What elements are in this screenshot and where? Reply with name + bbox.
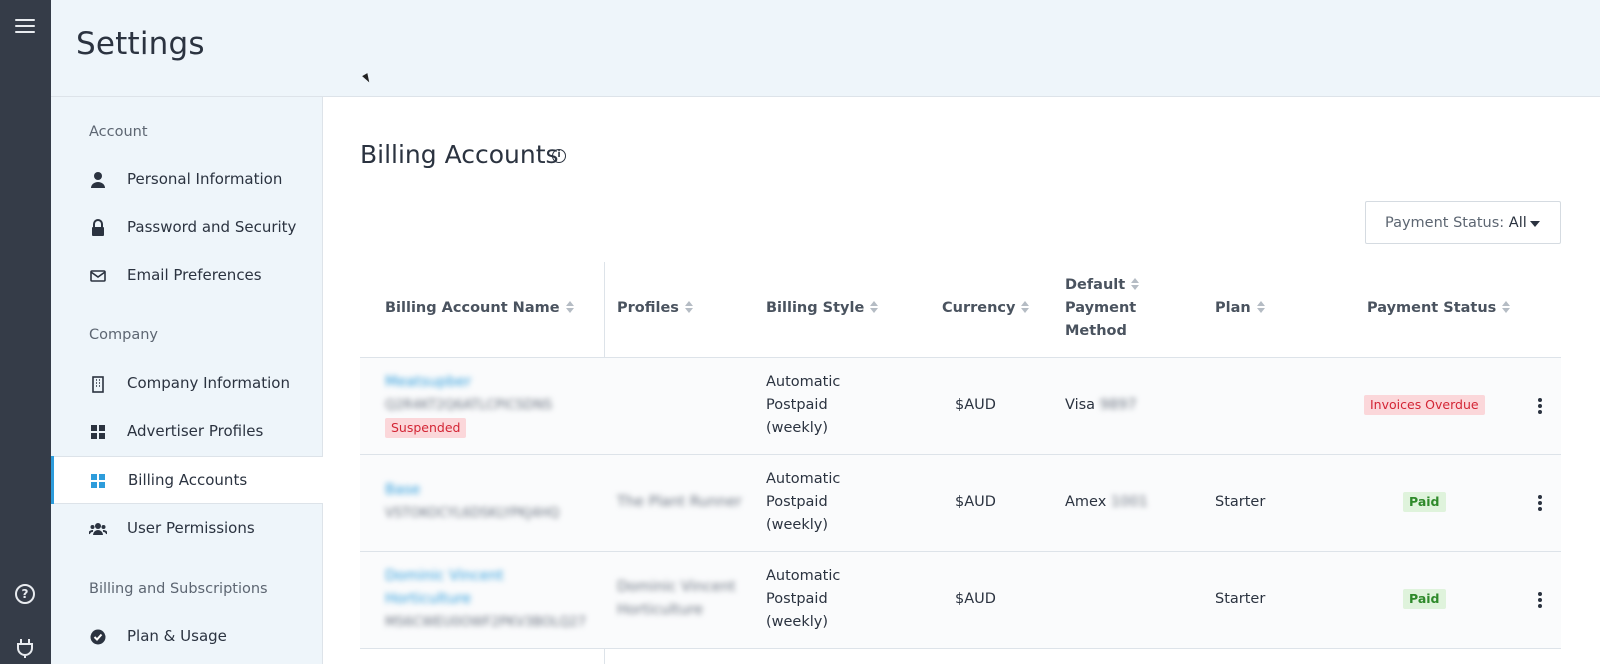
currency-cell: $AUD (955, 591, 996, 607)
section-label-company: Company (89, 327, 158, 343)
column-header-billing-account-name[interactable]: Billing Account Name (385, 297, 574, 320)
users-icon (89, 523, 107, 535)
payment-status-badge: Paid (1403, 589, 1446, 609)
filter-value: All (1508, 215, 1527, 231)
column-header-payment-status[interactable]: Payment Status (1367, 297, 1511, 320)
sort-icon (1131, 277, 1140, 291)
app-rail: ? (0, 0, 51, 664)
sidebar-item-label: Plan & Usage (127, 627, 227, 645)
payment-status-badge: Paid (1403, 492, 1446, 512)
payment-status-cell: Paid (1403, 588, 1446, 611)
sidebar-item-label: Email Preferences (127, 266, 262, 284)
billing-style-cell: Automatic Postpaid (weekly) (766, 568, 841, 630)
filter-label: Payment Status: (1385, 215, 1505, 231)
payment-status-badge: Invoices Overdue (1364, 395, 1485, 415)
sidebar-item-plan-usage[interactable]: Plan & Usage (51, 613, 322, 661)
building-icon (92, 376, 104, 393)
lock-icon (92, 219, 104, 236)
account-id: Q2R4KT2Q6ATLCPICSDNS (385, 398, 553, 413)
kebab-icon[interactable] (1538, 592, 1542, 610)
column-header-default-payment-method[interactable]: Default Payment Method (1065, 274, 1140, 343)
sort-icon (565, 300, 574, 314)
hamburger-menu-icon[interactable] (15, 16, 35, 36)
account-name-cell: Meatsupber Q2R4KT2Q6ATLCPICSDNS Suspende… (385, 371, 552, 440)
payment-status-cell: Paid (1403, 491, 1446, 514)
account-name-link[interactable]: Dominic Vincent Horticulture (385, 565, 586, 611)
account-id: VSTOKOCYL6DSKLYPKJ4HQ (385, 506, 560, 521)
sort-icon (684, 300, 693, 314)
page-title: Settings (76, 26, 205, 62)
info-icon[interactable]: i (552, 149, 566, 163)
sidebar-item-billing-accounts[interactable]: Billing Accounts (51, 456, 323, 504)
payment-method-cell: Visa 9897 (1065, 397, 1137, 413)
profiles-cell: The Plant Runner (617, 494, 742, 510)
sidebar-item-label: Password and Security (127, 218, 297, 236)
status-badge: Suspended (385, 418, 467, 438)
table-row: Base VSTOKOCYL6DSKLYPKJ4HQ The Plant Run… (360, 455, 1561, 552)
account-name-link[interactable]: Meatsupber (385, 371, 552, 394)
sidebar-item-label: Company Information (127, 374, 290, 392)
currency-cell: $AUD (955, 397, 996, 413)
billing-accounts-table: Billing Account Name Profiles Billing St… (360, 262, 1561, 664)
section-label-billing-subscriptions: Billing and Subscriptions (89, 581, 268, 597)
page-header: Settings (51, 0, 1600, 97)
sort-icon (1021, 300, 1030, 314)
column-header-plan[interactable]: Plan (1215, 297, 1265, 320)
settings-sidebar: Account Personal Information Password an… (51, 97, 323, 664)
sidebar-item-password-security[interactable]: Password and Security (51, 204, 322, 252)
billing-style-cell: Automatic Postpaid (weekly) (766, 374, 841, 436)
sidebar-item-user-permissions[interactable]: User Permissions (51, 505, 322, 553)
kebab-icon[interactable] (1538, 398, 1542, 416)
sort-icon (870, 300, 879, 314)
caret-down-icon (1530, 221, 1540, 227)
kebab-icon[interactable] (1538, 495, 1542, 513)
sidebar-item-personal-information[interactable]: Personal Information (51, 156, 322, 204)
sidebar-item-label: Personal Information (127, 170, 283, 188)
sidebar-item-label: User Permissions (127, 519, 255, 537)
account-id: MS6CWEU0OWF2PKV3BOLQ27 (385, 615, 586, 630)
table-row: Dominic Vincent Horticulture MS6CWEU0OWF2… (360, 552, 1561, 649)
table-header: Billing Account Name Profiles Billing St… (360, 262, 1561, 358)
grid-icon (91, 425, 105, 439)
column-header-currency[interactable]: Currency (942, 297, 1030, 320)
windows-grid-icon (91, 474, 105, 488)
sidebar-item-email-preferences[interactable]: Email Preferences (51, 252, 322, 300)
payment-status-cell: Invoices Overdue (1364, 394, 1485, 417)
main-content: Billing Accounts i Payment Status: All B… (323, 97, 1600, 664)
check-badge-icon (90, 629, 106, 645)
envelope-icon (90, 270, 106, 282)
section-title: Billing Accounts (360, 140, 559, 169)
column-header-billing-style[interactable]: Billing Style (766, 297, 879, 320)
sort-icon (1256, 300, 1265, 314)
sidebar-item-label: Advertiser Profiles (127, 422, 264, 440)
account-name-cell: Base VSTOKOCYL6DSKLYPKJ4HQ (385, 479, 559, 525)
payment-status-filter[interactable]: Payment Status: All (1365, 201, 1561, 244)
billing-style-cell: Automatic Postpaid (weekly) (766, 471, 841, 533)
account-name-link[interactable]: Base (385, 479, 559, 502)
sidebar-item-label: Billing Accounts (128, 471, 248, 489)
help-icon[interactable]: ? (15, 584, 35, 604)
user-icon (91, 172, 105, 188)
sidebar-item-company-information[interactable]: Company Information (51, 360, 322, 408)
currency-cell: $AUD (955, 494, 996, 510)
plug-icon[interactable] (16, 638, 34, 658)
payment-method-cell: Amex 1001 (1065, 494, 1148, 510)
column-header-profiles[interactable]: Profiles (617, 297, 693, 320)
table-row: Meatsupber Q2R4KT2Q6ATLCPICSDNS Suspende… (360, 358, 1561, 455)
sidebar-item-advertiser-profiles[interactable]: Advertiser Profiles (51, 408, 322, 456)
account-name-cell: Dominic Vincent Horticulture MS6CWEU0OWF2… (385, 565, 586, 634)
sort-icon (1502, 300, 1511, 314)
plan-cell: Starter (1215, 494, 1266, 510)
section-label-account: Account (89, 124, 148, 140)
plan-cell: Starter (1215, 591, 1266, 607)
profiles-cell: Dominic Vincent Horticulture (617, 579, 736, 618)
